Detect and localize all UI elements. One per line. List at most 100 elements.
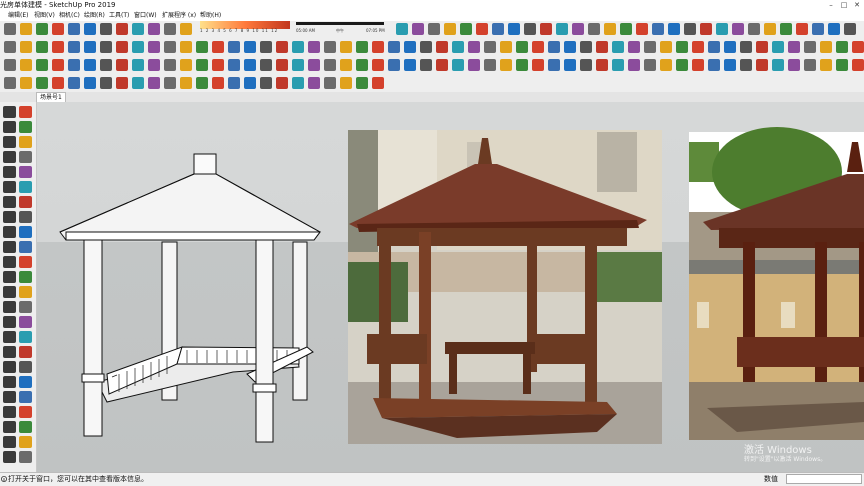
tool-icon[interactable]	[19, 151, 32, 163]
tool-icon[interactable]	[116, 59, 128, 71]
tool-icon[interactable]	[324, 41, 336, 53]
tool-icon[interactable]	[3, 256, 16, 268]
tool-icon[interactable]	[20, 23, 32, 35]
tool-icon[interactable]	[372, 77, 384, 89]
tool-icon[interactable]	[404, 41, 416, 53]
tool-icon[interactable]	[772, 59, 784, 71]
tool-icon[interactable]	[468, 41, 480, 53]
tool-icon[interactable]	[788, 41, 800, 53]
tool-icon[interactable]	[244, 59, 256, 71]
tool-icon[interactable]	[692, 59, 704, 71]
tool-icon[interactable]	[612, 41, 624, 53]
tool-icon[interactable]	[652, 23, 664, 35]
tool-icon[interactable]	[356, 77, 368, 89]
tool-icon[interactable]	[548, 59, 560, 71]
tool-icon[interactable]	[244, 41, 256, 53]
tool-icon[interactable]	[324, 77, 336, 89]
tool-icon[interactable]	[19, 196, 32, 208]
tool-icon[interactable]	[212, 77, 224, 89]
tool-icon[interactable]	[636, 23, 648, 35]
tool-icon[interactable]	[260, 59, 272, 71]
tool-icon[interactable]	[612, 59, 624, 71]
tool-icon[interactable]	[19, 451, 32, 463]
tool-icon[interactable]	[4, 59, 16, 71]
tool-icon[interactable]	[164, 41, 176, 53]
tool-icon[interactable]	[292, 41, 304, 53]
tool-icon[interactable]	[564, 41, 576, 53]
tool-icon[interactable]	[444, 23, 456, 35]
tool-icon[interactable]	[828, 23, 840, 35]
tool-icon[interactable]	[532, 59, 544, 71]
tool-icon[interactable]	[19, 421, 32, 433]
tool-icon[interactable]	[19, 286, 32, 298]
tool-icon[interactable]	[19, 241, 32, 253]
tool-icon[interactable]	[4, 23, 16, 35]
tool-icon[interactable]	[52, 59, 64, 71]
tool-icon[interactable]	[84, 59, 96, 71]
tool-icon[interactable]	[740, 59, 752, 71]
tool-icon[interactable]	[68, 59, 80, 71]
tool-icon[interactable]	[19, 121, 32, 133]
tool-icon[interactable]	[164, 77, 176, 89]
measurements-input[interactable]	[786, 474, 862, 484]
tool-icon[interactable]	[19, 256, 32, 268]
modeling-viewport[interactable]	[37, 102, 864, 472]
tool-icon[interactable]	[356, 41, 368, 53]
tool-icon[interactable]	[836, 59, 848, 71]
tool-icon[interactable]	[484, 59, 496, 71]
tool-icon[interactable]	[196, 59, 208, 71]
tool-icon[interactable]	[372, 41, 384, 53]
tool-icon[interactable]	[19, 301, 32, 313]
tool-icon[interactable]	[260, 77, 272, 89]
tool-icon[interactable]	[324, 59, 336, 71]
tool-icon[interactable]	[540, 23, 552, 35]
tool-icon[interactable]	[164, 59, 176, 71]
tool-icon[interactable]	[372, 59, 384, 71]
tool-icon[interactable]	[836, 41, 848, 53]
tool-icon[interactable]	[740, 41, 752, 53]
tool-icon[interactable]	[308, 59, 320, 71]
tool-icon[interactable]	[132, 23, 144, 35]
tool-icon[interactable]	[19, 166, 32, 178]
tool-icon[interactable]	[3, 136, 16, 148]
tool-icon[interactable]	[500, 41, 512, 53]
tool-icon[interactable]	[340, 41, 352, 53]
tool-icon[interactable]	[36, 77, 48, 89]
tool-icon[interactable]	[84, 77, 96, 89]
tool-icon[interactable]	[3, 301, 16, 313]
tool-icon[interactable]	[19, 211, 32, 223]
tool-icon[interactable]	[596, 41, 608, 53]
tool-icon[interactable]	[812, 23, 824, 35]
tool-icon[interactable]	[428, 23, 440, 35]
tool-icon[interactable]	[3, 241, 16, 253]
tool-icon[interactable]	[756, 59, 768, 71]
tool-icon[interactable]	[100, 59, 112, 71]
tool-icon[interactable]	[532, 41, 544, 53]
tool-icon[interactable]	[3, 151, 16, 163]
tool-icon[interactable]	[3, 361, 16, 373]
tool-icon[interactable]	[292, 59, 304, 71]
tool-icon[interactable]	[516, 41, 528, 53]
tool-icon[interactable]	[692, 41, 704, 53]
tool-icon[interactable]	[660, 41, 672, 53]
tool-icon[interactable]	[36, 41, 48, 53]
tool-icon[interactable]	[396, 23, 408, 35]
tool-icon[interactable]	[180, 23, 192, 35]
tool-icon[interactable]	[19, 376, 32, 388]
tool-icon[interactable]	[452, 41, 464, 53]
tool-icon[interactable]	[20, 41, 32, 53]
tool-icon[interactable]	[436, 59, 448, 71]
tool-icon[interactable]	[196, 41, 208, 53]
tool-icon[interactable]	[724, 41, 736, 53]
tool-icon[interactable]	[628, 59, 640, 71]
tool-icon[interactable]	[620, 23, 632, 35]
tool-icon[interactable]	[116, 77, 128, 89]
tool-icon[interactable]	[116, 41, 128, 53]
tool-icon[interactable]	[732, 23, 744, 35]
tool-icon[interactable]	[68, 41, 80, 53]
tool-icon[interactable]	[3, 346, 16, 358]
tool-icon[interactable]	[388, 59, 400, 71]
tool-icon[interactable]	[460, 23, 472, 35]
tool-icon[interactable]	[580, 59, 592, 71]
tool-icon[interactable]	[180, 77, 192, 89]
